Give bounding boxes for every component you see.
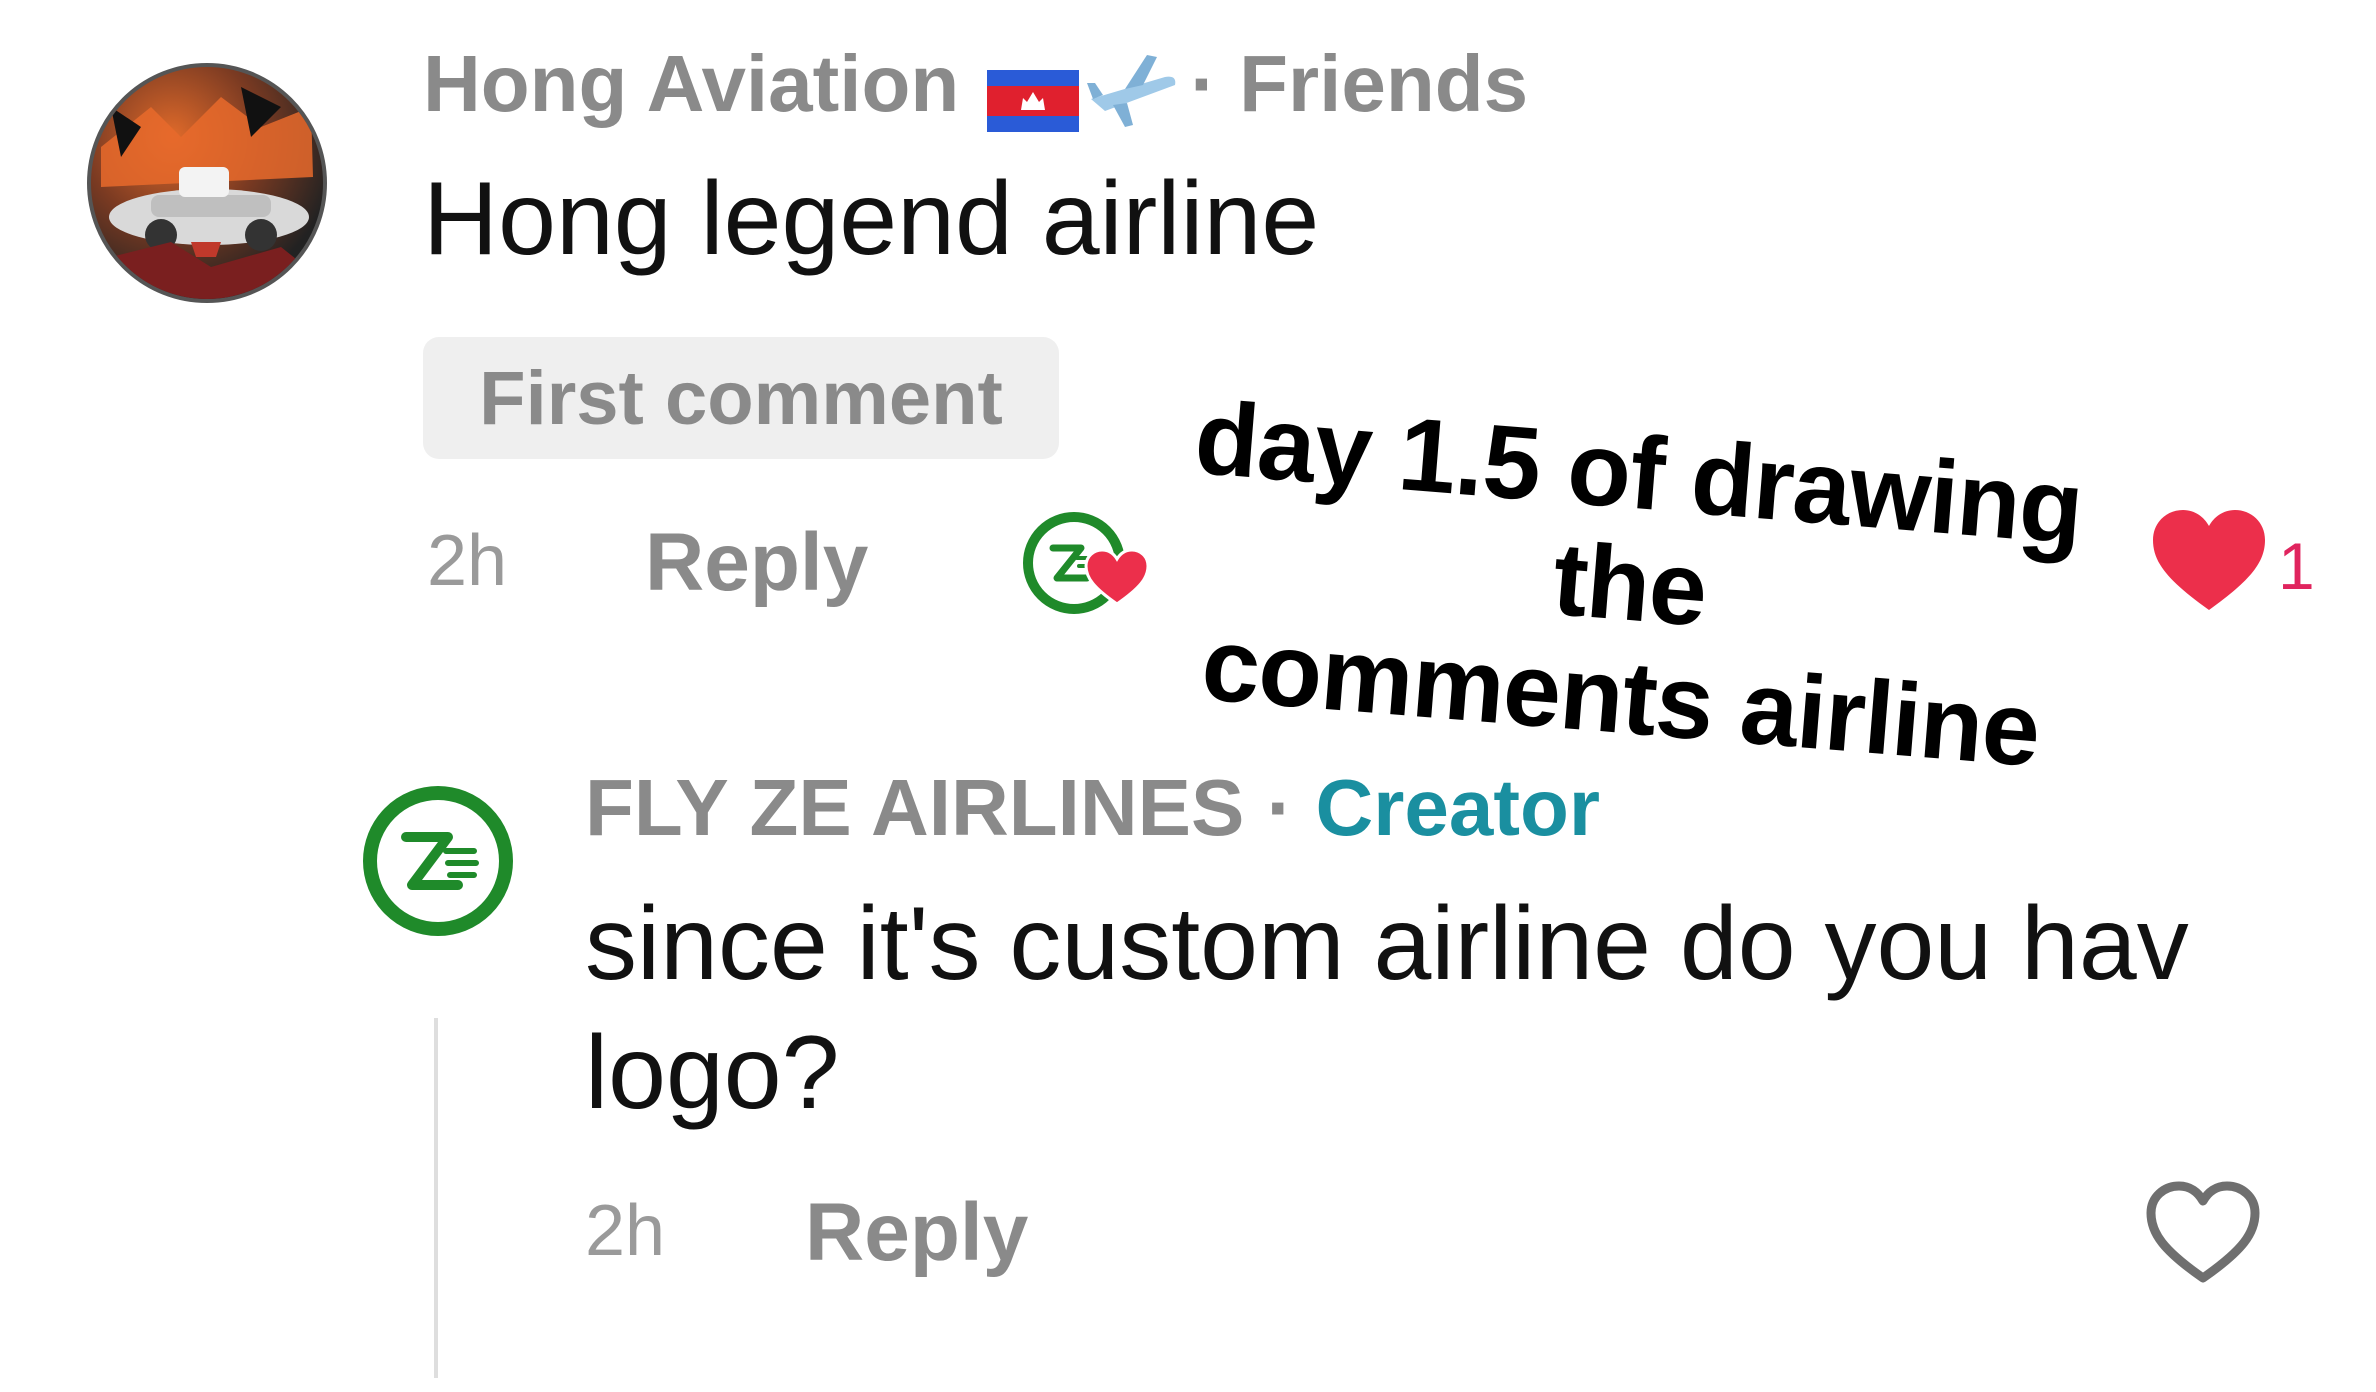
comment-timestamp: 2h bbox=[585, 1191, 666, 1271]
comment-text: since it's custom airline do you hav log… bbox=[585, 880, 2376, 1138]
author-name[interactable]: FLY ZE AIRLINES bbox=[585, 763, 1244, 852]
airplane-icon bbox=[1085, 47, 1180, 133]
video-caption-overlay: day 1.5 of drawing the comments airline bbox=[1088, 375, 2172, 796]
reply-button[interactable]: Reply bbox=[645, 516, 868, 610]
comment-timestamp: 2h bbox=[427, 521, 508, 601]
comment-author-line: Hong Aviation · Friends bbox=[423, 38, 1528, 133]
comment-author-line: FLY ZE AIRLINES · Creator bbox=[585, 762, 1600, 854]
separator-dot: · bbox=[1190, 39, 1217, 128]
separator-dot: · bbox=[1266, 763, 1294, 852]
avatar-fly-ze-airlines[interactable] bbox=[362, 785, 514, 937]
creator-label: Creator bbox=[1315, 763, 1601, 852]
comment-text: Hong legend airline bbox=[423, 161, 1320, 277]
like-count: 1 bbox=[2278, 529, 2315, 603]
comment-text-line-1: since it's custom airline do you hav bbox=[585, 886, 2189, 1002]
reply-button[interactable]: Reply bbox=[805, 1186, 1028, 1280]
first-comment-badge: First comment bbox=[423, 337, 1059, 459]
author-name[interactable]: Hong Aviation bbox=[423, 39, 959, 128]
like-heart-outline-icon[interactable] bbox=[2145, 1180, 2261, 1286]
like-heart-filled-icon[interactable] bbox=[2149, 506, 2269, 616]
comment-text-line-2: logo? bbox=[585, 1014, 840, 1131]
avatar-hong-aviation[interactable] bbox=[87, 63, 327, 303]
cambodia-flag-icon bbox=[987, 59, 1080, 132]
reply-thread-line bbox=[434, 1018, 438, 1378]
relation-label: Friends bbox=[1239, 39, 1529, 128]
